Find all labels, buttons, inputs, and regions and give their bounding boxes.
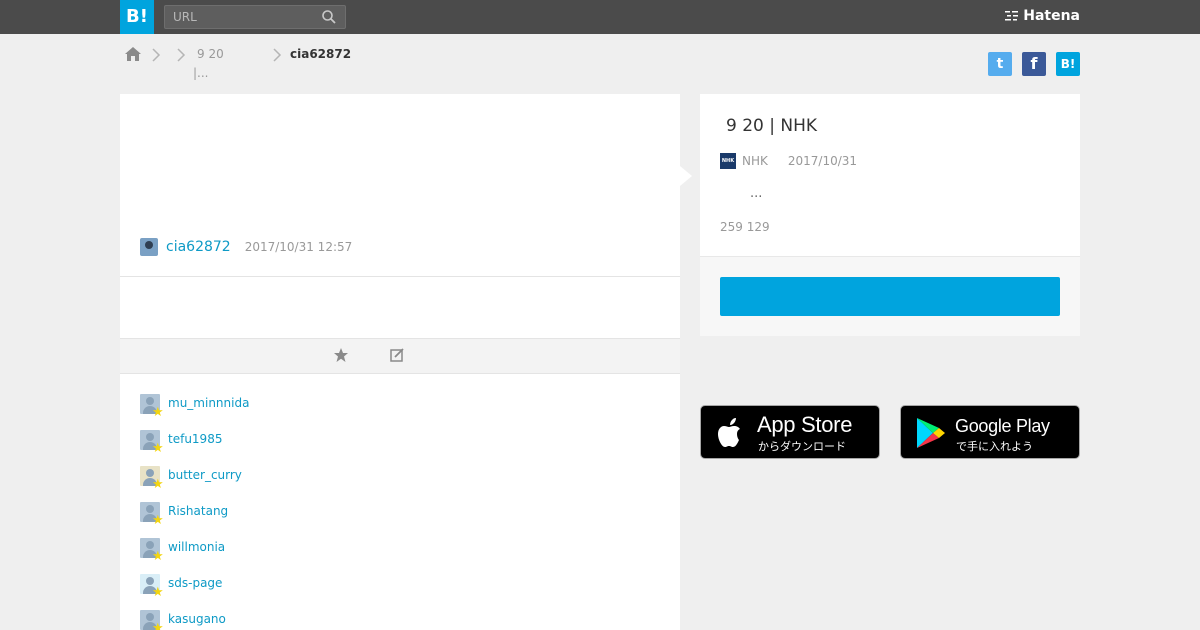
star-user-name[interactable]: butter_curry <box>168 468 242 482</box>
apple-icon <box>718 418 740 447</box>
list-item: ★ willmonia <box>140 538 540 574</box>
star-user-name[interactable]: sds-page <box>168 576 222 590</box>
list-item: ★ sds-page <box>140 574 540 610</box>
star-icon: ★ <box>152 549 164 564</box>
app-store-subtitle: からダウンロード <box>758 440 846 453</box>
chevron-right-icon <box>152 48 161 62</box>
comment-card-pointer <box>680 166 692 186</box>
top-bar: B! Hatena <box>0 0 1200 34</box>
comment-author-name[interactable]: cia62872 <box>166 239 231 255</box>
star-user-name[interactable]: mu_minnnida <box>168 396 249 410</box>
app-store-badge[interactable]: App Store からダウンロード <box>700 405 880 459</box>
star-icon: ★ <box>152 405 164 420</box>
star-icon: ★ <box>152 513 164 528</box>
edit-icon[interactable] <box>388 346 406 364</box>
list-item: ★ mu_minnnida <box>140 394 540 430</box>
star-icon: ★ <box>152 441 164 456</box>
chevron-right-icon <box>177 48 186 62</box>
twitter-share-button[interactable]: t <box>988 52 1012 76</box>
star-icon: ★ <box>152 585 164 600</box>
entry-site-name[interactable]: NHK <box>742 154 768 168</box>
nhk-favicon-icon: NHK <box>720 153 736 169</box>
view-entry-button[interactable] <box>720 277 1060 316</box>
url-search-box <box>164 5 346 29</box>
chevron-right-icon <box>273 48 282 62</box>
breadcrumb-entry-link-continued[interactable]: |... <box>193 66 209 80</box>
hatena-bookmark-logo[interactable]: B! <box>120 0 154 34</box>
list-item: ★ Rishatang <box>140 502 540 538</box>
star-icon: ★ <box>152 621 164 630</box>
google-play-badge[interactable]: Google Play で手に入れよう <box>900 405 1080 459</box>
add-star-icon[interactable] <box>332 346 350 364</box>
entry-title[interactable]: 9 20 | NHK <box>726 116 817 136</box>
entry-date: 2017/10/31 <box>787 154 858 168</box>
list-item: ★ butter_curry <box>140 466 540 502</box>
hatena-brand-icon <box>1005 11 1019 21</box>
entry-site-row: NHK NHK 2017/10/31 <box>720 153 857 169</box>
entry-bookmark-counts[interactable]: 259 129 <box>720 220 770 234</box>
avatar[interactable] <box>140 238 158 256</box>
star-icon: ★ <box>152 477 164 492</box>
google-play-icon <box>917 418 945 448</box>
list-item: ★ tefu1985 <box>140 430 540 466</box>
entry-description: ... <box>750 186 763 201</box>
app-store-title: App Store <box>757 412 853 437</box>
url-search-input[interactable] <box>165 6 315 28</box>
facebook-share-button[interactable]: f <box>1022 52 1046 76</box>
star-user-name[interactable]: tefu1985 <box>168 432 222 446</box>
hatena-bookmark-share-button[interactable]: B! <box>1056 52 1080 76</box>
star-user-name[interactable]: kasugano <box>168 612 226 626</box>
comment-author-row: cia62872 2017/10/31 12:57 <box>140 237 352 257</box>
divider <box>120 276 680 277</box>
search-icon[interactable] <box>321 9 337 25</box>
star-users-list: ★ mu_minnnida ★ tefu1985 ★ butter_curry … <box>140 394 540 630</box>
breadcrumb-current: cia62872 <box>290 47 352 61</box>
star-user-name[interactable]: willmonia <box>168 540 225 554</box>
star-user-name[interactable]: Rishatang <box>168 504 228 518</box>
home-icon[interactable] <box>124 45 142 63</box>
comment-timestamp[interactable]: 2017/10/31 12:57 <box>245 240 353 254</box>
hatena-brand-text: Hatena <box>1023 8 1080 24</box>
breadcrumb-entry-link[interactable]: 9 20 <box>197 47 224 61</box>
google-play-title: Google Play <box>955 416 1050 436</box>
hatena-brand-link[interactable]: Hatena <box>1005 8 1080 24</box>
comment-action-bar <box>120 338 680 374</box>
google-play-subtitle: で手に入れよう <box>956 440 1033 453</box>
list-item: ★ kasugano <box>140 610 540 630</box>
